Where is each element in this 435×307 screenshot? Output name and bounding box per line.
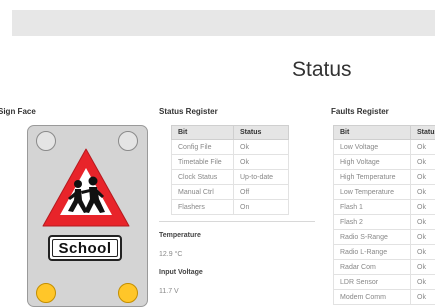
school-panel-text: School bbox=[52, 239, 118, 257]
row-bit: Radio L-Range bbox=[334, 245, 411, 260]
row-status: Ok bbox=[411, 260, 435, 275]
row-bit: Radio S-Range bbox=[334, 230, 411, 245]
row-status: Ok bbox=[411, 290, 435, 305]
row-status: Ok bbox=[411, 200, 435, 215]
table-row: Low TemperatureOk bbox=[334, 185, 435, 200]
row-bit: Flash 2 bbox=[334, 215, 411, 230]
sign-face-heading: Sign Face bbox=[0, 107, 36, 116]
table-row: LDR SensorOk bbox=[334, 275, 435, 290]
row-bit: Manual Ctrl bbox=[172, 185, 234, 200]
table-row: High VoltageOk bbox=[334, 155, 435, 170]
table-row: Manual CtrlOff bbox=[172, 185, 289, 200]
row-bit: Config File bbox=[172, 140, 234, 155]
row-bit: Flashers bbox=[172, 200, 234, 215]
row-status: Ok bbox=[411, 155, 435, 170]
table-row: Radio S-RangeOk bbox=[334, 230, 435, 245]
column-header-bit: Bit bbox=[172, 126, 234, 140]
column-header-bit: Bit bbox=[334, 126, 411, 140]
column-header-status: Status bbox=[411, 126, 435, 140]
lamp-bottom-left bbox=[36, 283, 56, 303]
table-row: High TemperatureOk bbox=[334, 170, 435, 185]
row-status: Ok bbox=[411, 245, 435, 260]
temperature-value: 12.9 °C bbox=[159, 251, 182, 258]
row-bit: LDR Sensor bbox=[334, 275, 411, 290]
table-row: Config FileOk bbox=[172, 140, 289, 155]
row-bit: Radar Com bbox=[334, 260, 411, 275]
divider bbox=[159, 221, 315, 222]
row-status: Ok bbox=[411, 275, 435, 290]
top-navbar bbox=[12, 10, 435, 36]
table-row: Modem CommOk bbox=[334, 290, 435, 305]
row-status: Ok bbox=[411, 140, 435, 155]
table-header-row: Bit Status bbox=[172, 126, 289, 140]
status-register-heading: Status Register bbox=[159, 107, 218, 116]
row-status: Off bbox=[234, 185, 289, 200]
faults-register-viewport: Bit Status Low VoltageOk High VoltageOk … bbox=[333, 125, 435, 305]
column-header-status: Status bbox=[234, 126, 289, 140]
input-voltage-value: 11.7 V bbox=[159, 288, 179, 295]
row-bit: Low Voltage bbox=[334, 140, 411, 155]
row-bit: Modem Comm bbox=[334, 290, 411, 305]
row-status: Ok bbox=[234, 155, 289, 170]
row-bit: Clock Status bbox=[172, 170, 234, 185]
row-status: Ok bbox=[411, 215, 435, 230]
row-status: Ok bbox=[411, 170, 435, 185]
faults-register-table: Bit Status Low VoltageOk High VoltageOk … bbox=[333, 125, 435, 305]
row-status: Up-to-date bbox=[234, 170, 289, 185]
row-bit: Low Temperature bbox=[334, 185, 411, 200]
row-status: Ok bbox=[411, 230, 435, 245]
school-text-panel: School bbox=[48, 235, 122, 261]
row-status: Ok bbox=[234, 140, 289, 155]
table-row: Clock StatusUp-to-date bbox=[172, 170, 289, 185]
table-row: Radar ComOk bbox=[334, 260, 435, 275]
table-row: Flash 2Ok bbox=[334, 215, 435, 230]
row-bit: Flash 1 bbox=[334, 200, 411, 215]
page-title: Status bbox=[292, 58, 352, 82]
sign-face: School bbox=[27, 125, 148, 307]
status-register-table: Bit Status Config FileOk Timetable FileO… bbox=[171, 125, 289, 215]
table-row: Timetable FileOk bbox=[172, 155, 289, 170]
row-bit: High Temperature bbox=[334, 170, 411, 185]
input-voltage-label: Input Voltage bbox=[159, 269, 203, 276]
table-header-row: Bit Status bbox=[334, 126, 435, 140]
children-crossing-warning-icon bbox=[40, 146, 132, 230]
table-row: FlashersOn bbox=[172, 200, 289, 215]
table-row: Low VoltageOk bbox=[334, 140, 435, 155]
faults-register-heading: Faults Register bbox=[331, 107, 389, 116]
row-bit: High Voltage bbox=[334, 155, 411, 170]
temperature-label: Temperature bbox=[159, 232, 201, 239]
table-row: Flash 1Ok bbox=[334, 200, 435, 215]
row-bit: Timetable File bbox=[172, 155, 234, 170]
lamp-bottom-right bbox=[118, 283, 138, 303]
table-row: Radio L-RangeOk bbox=[334, 245, 435, 260]
row-status: Ok bbox=[411, 185, 435, 200]
row-status: On bbox=[234, 200, 289, 215]
